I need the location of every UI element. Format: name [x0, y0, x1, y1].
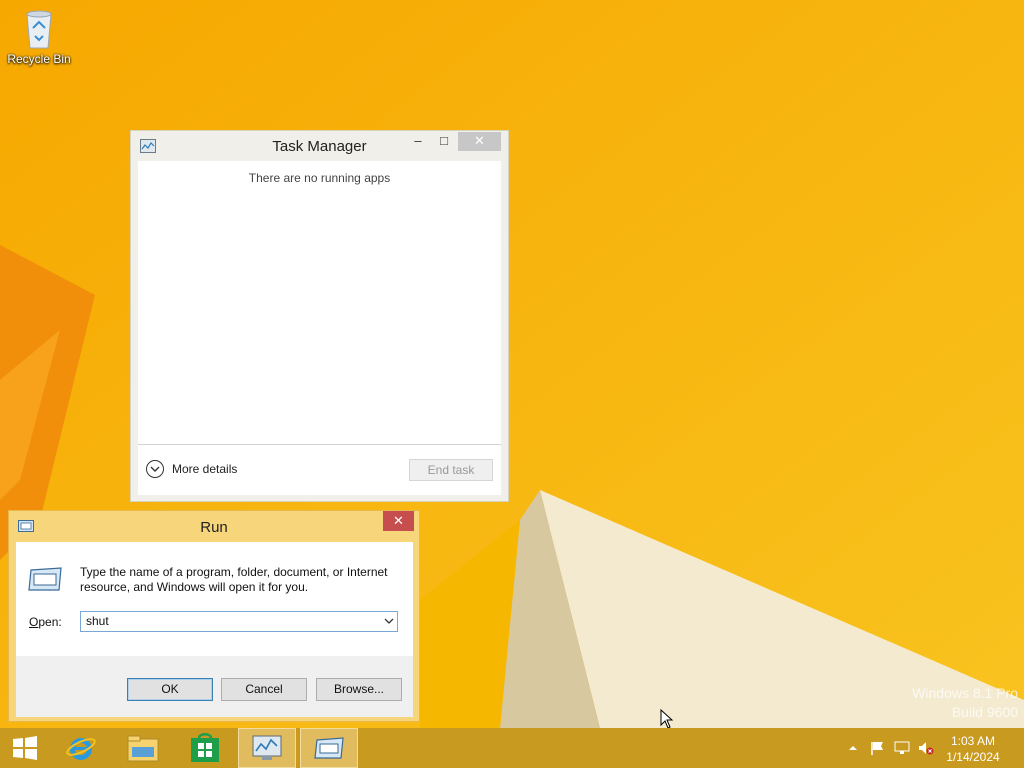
taskbar-store[interactable]	[176, 728, 234, 768]
minimize-button[interactable]: –	[407, 132, 429, 152]
maximize-button[interactable]: □	[433, 132, 455, 152]
run-description: Type the name of a program, folder, docu…	[80, 565, 388, 594]
action-center-flag-icon[interactable]	[870, 741, 886, 755]
open-label-accelerator: O	[29, 615, 39, 629]
windows-watermark: Windows 8.1 Pro Build 9600	[912, 684, 1018, 722]
task-manager-window: Task Manager – □ ✕ There are no running …	[130, 130, 509, 502]
windows-logo-icon	[13, 736, 37, 760]
run-title: Run	[200, 519, 228, 536]
cancel-button[interactable]: Cancel	[221, 678, 307, 701]
clock-date: 1/14/2024	[946, 750, 1000, 764]
dropdown-arrow-icon[interactable]	[384, 612, 394, 638]
mouse-cursor-icon	[660, 709, 674, 729]
taskbar-internet-explorer[interactable]	[52, 728, 110, 768]
run-button-bar: OK Cancel Browse...	[16, 656, 413, 717]
close-button[interactable]: ✕	[458, 132, 501, 151]
more-details-button[interactable]: More details	[146, 460, 237, 478]
task-manager-titlebar[interactable]: Task Manager – □ ✕	[131, 131, 508, 161]
run-body: Type the name of a program, folder, docu…	[16, 542, 413, 717]
ie-icon	[66, 738, 96, 760]
taskbar-run[interactable]	[300, 728, 358, 768]
open-label-rest: pen:	[38, 615, 62, 629]
empty-apps-message: There are no running apps	[248, 171, 391, 185]
network-icon[interactable]	[894, 741, 910, 755]
open-combobox[interactable]: shut	[80, 611, 398, 632]
task-manager-footer: More details End task	[138, 445, 501, 495]
browse-button[interactable]: Browse...	[316, 678, 402, 701]
folder-icon	[127, 735, 159, 762]
clock-time: 1:03 AM	[950, 734, 996, 748]
open-input-value[interactable]: shut	[86, 614, 109, 628]
more-details-label: More details	[172, 462, 238, 476]
recycle-bin-desktop-icon[interactable]: Recycle Bin	[6, 4, 72, 66]
system-tray: 1:03 AM 1/14/2024	[824, 728, 1024, 768]
taskbar-task-manager[interactable]	[238, 728, 296, 768]
run-dialog: Run ✕ Type the name of a program, folder…	[8, 510, 420, 722]
task-list: There are no running apps	[138, 161, 501, 445]
recycle-bin-icon	[19, 6, 59, 50]
open-label: Open:	[29, 615, 62, 629]
run-close-button[interactable]: ✕	[383, 511, 414, 531]
chevron-down-icon	[146, 460, 164, 478]
recycle-bin-label: Recycle Bin	[7, 52, 71, 66]
end-task-button[interactable]: End task	[409, 459, 493, 481]
volume-muted-icon[interactable]	[918, 741, 934, 755]
run-upper-panel: Type the name of a program, folder, docu…	[16, 542, 413, 656]
show-hidden-icons-chevron-up-icon[interactable]	[848, 741, 864, 755]
task-manager-icon	[252, 735, 282, 760]
run-icon	[314, 737, 344, 759]
run-program-icon	[28, 567, 62, 591]
taskbar-file-explorer[interactable]	[114, 728, 172, 768]
watermark-edition: Windows 8.1 Pro	[912, 685, 1018, 701]
taskbar: 1:03 AM 1/14/2024	[0, 728, 1024, 768]
start-button[interactable]	[0, 728, 50, 768]
store-icon	[191, 733, 219, 762]
clock[interactable]: 1:03 AM 1/14/2024	[938, 733, 1008, 765]
watermark-build: Build 9600	[951, 704, 1018, 720]
ok-button[interactable]: OK	[127, 678, 213, 701]
